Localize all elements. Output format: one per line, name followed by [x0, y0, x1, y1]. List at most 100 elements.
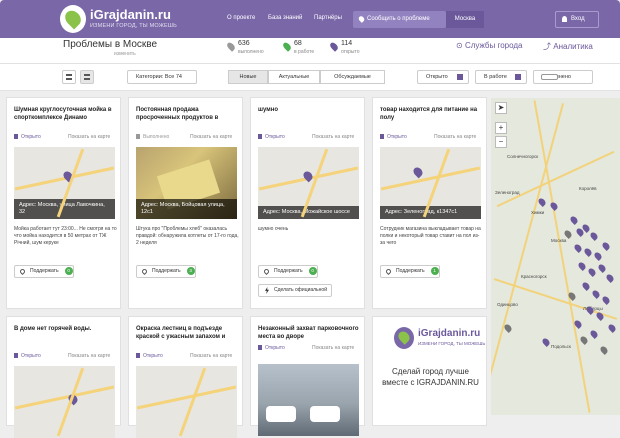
card-title[interactable]: шумно [258, 106, 362, 114]
nav-partners[interactable]: Партнёры [314, 15, 342, 21]
show-on-map-link[interactable]: Показать на карте [434, 134, 476, 140]
map-navigate-icon[interactable]: ➤ [495, 102, 507, 114]
list-icon [66, 74, 72, 80]
support-button[interactable]: Поддержать 1 [380, 265, 440, 278]
map-pin-icon[interactable] [587, 267, 597, 277]
problem-card[interactable]: товар находится для питание на полу Откр… [372, 97, 487, 309]
show-on-map-link[interactable]: Показать на карте [190, 353, 232, 359]
tab-new[interactable]: Новые [228, 70, 268, 84]
filter-done-checkbox[interactable]: Выполнено [533, 70, 593, 84]
card-title[interactable]: Шумная круглосуточная мойка в спорткомпл… [14, 106, 118, 122]
categories-select[interactable]: Категории: Все 74 [127, 70, 197, 84]
map-pin-icon[interactable] [591, 289, 601, 299]
show-on-map-link[interactable]: Показать на карте [68, 134, 110, 140]
card-address: Адрес: Москва, Можайское шоссе [258, 206, 359, 219]
problem-card[interactable]: В доме нет горячей воды. Открыто Показат… [6, 316, 121, 438]
logo-name: iGrajdanin.ru [90, 7, 171, 22]
map-pin-icon[interactable] [601, 295, 611, 305]
page-title: Проблемы в Москве [63, 39, 158, 50]
problem-card[interactable]: Постоянная продажа просроченных продукто… [128, 97, 243, 309]
card-title[interactable]: Постоянная продажа просроченных продукто… [136, 106, 240, 122]
promo-text: Сделай город лучше [392, 367, 469, 376]
done-pin-icon [225, 41, 237, 52]
map-pin-icon[interactable] [605, 273, 615, 283]
heart-icon [384, 267, 393, 276]
zoom-in-button[interactable]: + [495, 122, 507, 134]
card-address: Адрес: Москва, Бойцовая улица, 12с1 [136, 199, 237, 219]
nav-knowledge-base[interactable]: База знаний [268, 15, 302, 21]
card-status: Открыто [14, 353, 41, 359]
map-pin-icon[interactable] [589, 329, 599, 339]
login-button[interactable]: Вход [555, 11, 599, 28]
report-problem-button[interactable]: Сообщить о проблеме [353, 11, 446, 28]
card-title[interactable]: Незаконный захват парковочного места во … [258, 325, 362, 341]
map-pin-icon[interactable] [601, 241, 611, 251]
card-title[interactable]: товар находится для питание на полу [380, 106, 484, 122]
map-pin-icon[interactable] [593, 251, 603, 261]
problems-map[interactable]: ➤ + − Солнечногорск Королёв Москва Красн… [491, 98, 620, 415]
map-pin-icon[interactable] [537, 197, 547, 207]
list-view-button[interactable] [62, 70, 76, 84]
problem-card[interactable]: Шумная круглосуточная мойка в спорткомпл… [6, 97, 121, 309]
map-town-label: Москва [551, 238, 567, 243]
map-pin-icon[interactable] [573, 243, 583, 253]
card-map-image: Адрес: Москва, улица Лавочкина, 32 [14, 147, 115, 219]
checkbox-icon [541, 74, 558, 80]
map-pin-icon [61, 169, 75, 183]
support-button[interactable]: Поддержать 3 [136, 265, 196, 278]
change-city-link[interactable]: изменить [114, 51, 136, 57]
city-services-link[interactable]: ⊙ Службы города [456, 41, 523, 50]
map-pin-icon[interactable] [599, 345, 609, 355]
card-status: Открыто [380, 134, 407, 140]
support-count: 0 [64, 267, 73, 275]
open-pin-icon [328, 41, 340, 52]
tab-actual[interactable]: Актуальные [268, 70, 320, 84]
map-pin-icon[interactable] [541, 337, 551, 347]
map-pin-icon[interactable] [503, 323, 513, 333]
tab-discussed[interactable]: Обсуждаемые [320, 70, 385, 84]
problem-card[interactable]: Окраска лестниц в подъезде краской с ужа… [128, 316, 243, 438]
map-pin-icon[interactable] [589, 231, 599, 241]
map-town-label: Красногорск [521, 274, 547, 279]
support-button[interactable]: Поддержать 0 [14, 265, 74, 278]
analytics-link[interactable]: ⤴ Аналитика [543, 41, 593, 52]
zoom-out-button[interactable]: − [495, 136, 507, 148]
heart-icon [140, 267, 149, 276]
card-photo: Адрес: Москва, Бойцовая улица, 12с1 [136, 147, 237, 219]
problem-card[interactable]: шумно Открыто Показать на карте Адрес: М… [250, 97, 365, 309]
support-button[interactable]: Поддержать 0 [258, 265, 318, 278]
map-pin-icon [66, 392, 80, 406]
card-title[interactable]: Окраска лестниц в подъезде краской с ужа… [136, 325, 240, 341]
promo-logo: iGrajdanin.ru ИЗМЕНИ ГОРОД, ТЫ МОЖЕШЬ [394, 327, 485, 355]
map-pin-icon[interactable] [577, 261, 587, 271]
map-town-label: Королёв [579, 186, 597, 191]
card-description: шумно очень [258, 226, 289, 232]
map-pin-icon[interactable] [569, 215, 579, 225]
site-logo[interactable]: iGrajdanin.ru ИЗМЕНИ ГОРОД, ТЫ МОЖЕШЬ [60, 5, 180, 35]
map-pin-icon[interactable] [549, 201, 559, 211]
city-select[interactable]: Москва [446, 11, 484, 28]
show-on-map-link[interactable]: Показать на карте [190, 134, 232, 140]
show-on-map-link[interactable]: Показать на карте [68, 353, 110, 359]
card-title[interactable]: В доме нет горячей воды. [14, 325, 118, 333]
filter-in-progress-checkbox[interactable]: В работе [475, 70, 527, 84]
show-on-map-link[interactable]: Показать на карте [312, 345, 354, 351]
problem-card[interactable]: Незаконный захват парковочного места во … [250, 316, 365, 436]
in-progress-pin-icon [281, 41, 293, 52]
support-count: 1 [430, 267, 439, 275]
grid-icon [84, 74, 90, 80]
map-pin-icon[interactable] [597, 263, 607, 273]
make-official-button[interactable]: Сделать официальной [258, 284, 332, 297]
grid-view-button[interactable] [80, 70, 94, 84]
map-pin-icon[interactable] [583, 247, 593, 257]
map-pin-icon[interactable] [581, 281, 591, 291]
map-town-label: Подольск [551, 344, 571, 349]
nav-about[interactable]: О проекте [227, 15, 255, 21]
map-pin-icon[interactable] [579, 335, 589, 345]
heart-icon [262, 267, 271, 276]
filter-open-checkbox[interactable]: Открыто [417, 70, 469, 84]
map-pin-icon[interactable] [607, 323, 617, 333]
show-on-map-link[interactable]: Показать на карте [312, 134, 354, 140]
subheader: Проблемы в Москве изменить 636 выполнено… [0, 38, 620, 64]
promo-banner[interactable]: iGrajdanin.ru ИЗМЕНИ ГОРОД, ТЫ МОЖЕШЬ Сд… [372, 316, 487, 426]
